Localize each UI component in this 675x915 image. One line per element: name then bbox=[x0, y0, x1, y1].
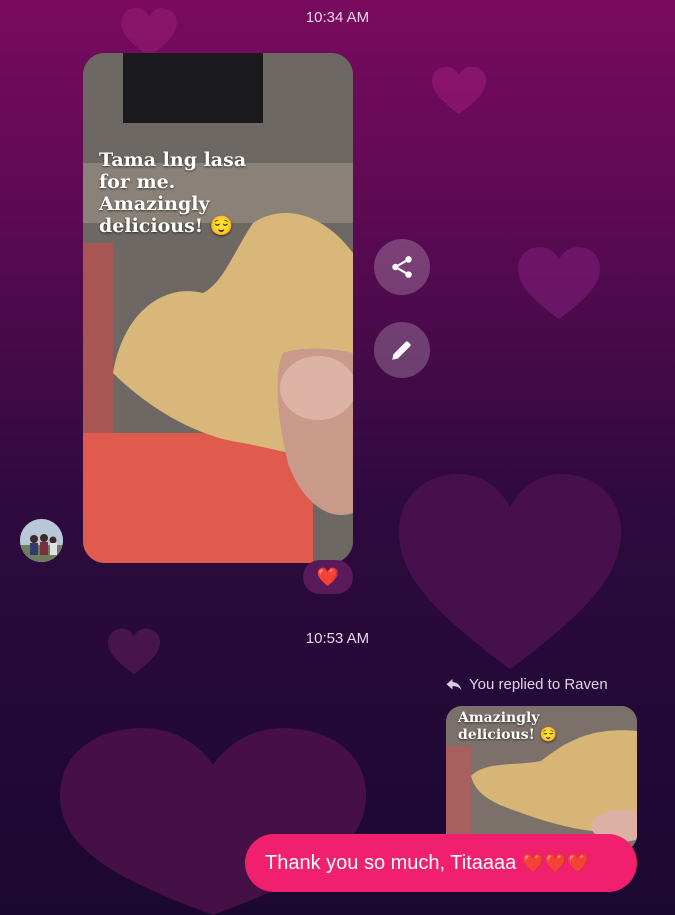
quoted-caption: Amazingly delicious! 😌 bbox=[458, 710, 558, 743]
photo-image bbox=[83, 53, 353, 563]
share-button[interactable] bbox=[374, 239, 430, 295]
background-heart-icon bbox=[518, 247, 600, 320]
edit-button[interactable] bbox=[374, 322, 430, 378]
heart-reaction: ❤️ bbox=[316, 566, 340, 587]
background-heart-icon bbox=[432, 66, 486, 115]
share-icon bbox=[392, 256, 412, 278]
timestamp: 10:34 AM bbox=[305, 9, 370, 26]
photo-caption: Tama lng lasa for me. Amazingly deliciou… bbox=[99, 149, 247, 237]
quoted-photo[interactable]: Amazingly delicious! 😌 bbox=[446, 706, 637, 851]
reply-note-text: You replied to Raven bbox=[469, 676, 608, 693]
outgoing-message-bubble[interactable]: Thank you so much, Titaaaa ❤️❤️❤️ bbox=[245, 834, 637, 892]
message-hearts: ❤️❤️❤️ bbox=[522, 852, 590, 873]
reply-note: You replied to Raven bbox=[445, 676, 608, 693]
reply-arrow-icon bbox=[446, 678, 462, 691]
photo-message[interactable]: Tama lng lasa for me. Amazingly deliciou… bbox=[83, 53, 353, 563]
reaction-badge[interactable]: ❤️ bbox=[303, 560, 353, 594]
avatar-image bbox=[20, 519, 63, 562]
message-text: Thank you so much, Titaaaa bbox=[265, 851, 517, 874]
avatar[interactable] bbox=[20, 519, 63, 562]
timestamp: 10:53 AM bbox=[305, 630, 370, 647]
pencil-icon bbox=[392, 341, 411, 360]
